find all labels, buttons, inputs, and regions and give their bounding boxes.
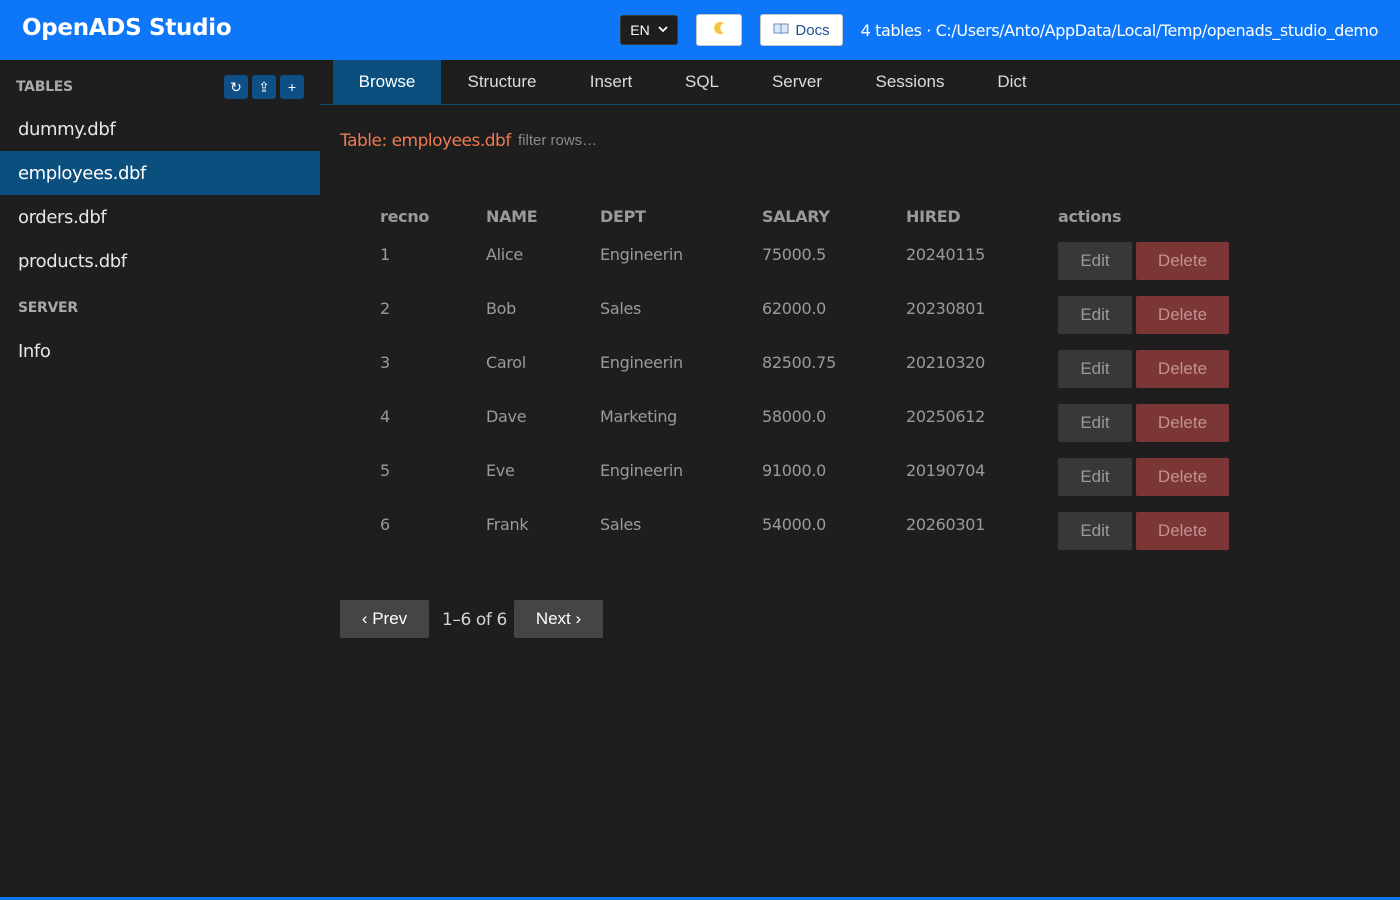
delete-row-button[interactable]: Delete bbox=[1136, 458, 1229, 496]
tab-sessions[interactable]: Sessions bbox=[864, 60, 956, 104]
delete-row-button[interactable]: Delete bbox=[1136, 296, 1229, 334]
tab-browse[interactable]: Browse bbox=[333, 60, 441, 104]
sidebar-item-info[interactable]: Info bbox=[0, 329, 320, 373]
pagination-info: 1–6 of 6 bbox=[442, 610, 507, 630]
column-header-name: NAME bbox=[486, 207, 538, 226]
header-status-text: 4 tables · C:/Users/Anto/AppData/Local/T… bbox=[860, 21, 1379, 40]
delete-row-button[interactable]: Delete bbox=[1136, 404, 1229, 442]
cell-recno: 6 bbox=[380, 515, 390, 534]
edit-row-button[interactable]: Edit bbox=[1058, 458, 1132, 496]
refresh-icon: ↻ bbox=[230, 78, 242, 95]
edit-row-button[interactable]: Edit bbox=[1058, 350, 1132, 388]
edit-row-button[interactable]: Edit bbox=[1058, 512, 1132, 550]
cell-salary: 62000.0 bbox=[762, 299, 827, 318]
delete-row-button[interactable]: Delete bbox=[1136, 512, 1229, 550]
cell-recno: 5 bbox=[380, 461, 390, 480]
cell-salary: 82500.75 bbox=[762, 353, 836, 372]
language-select[interactable]: EN bbox=[620, 15, 678, 45]
column-header-salary: SALARY bbox=[762, 207, 830, 226]
cell-dept: Engineerin bbox=[600, 353, 683, 372]
cell-recno: 2 bbox=[380, 299, 390, 318]
upload-icon: ⇪ bbox=[258, 78, 270, 95]
language-value: EN bbox=[630, 22, 650, 38]
cell-dept: Marketing bbox=[600, 407, 678, 426]
delete-row-button[interactable]: Delete bbox=[1136, 242, 1229, 280]
column-header-actions: actions bbox=[1058, 207, 1122, 226]
tab-sql[interactable]: SQL bbox=[676, 60, 728, 104]
column-header-dept: DEPT bbox=[600, 207, 646, 226]
sidebar-item-label: products.dbf bbox=[18, 250, 127, 272]
tab-server[interactable]: Server bbox=[760, 60, 834, 104]
docs-label: Docs bbox=[795, 21, 830, 39]
cell-dept: Engineerin bbox=[600, 245, 683, 264]
cell-recno: 3 bbox=[380, 353, 390, 372]
cell-hired: 20190704 bbox=[906, 461, 986, 480]
book-icon bbox=[773, 22, 789, 39]
refresh-tables-button[interactable]: ↻ bbox=[224, 75, 248, 99]
cell-name: Frank bbox=[486, 515, 529, 534]
edit-row-button[interactable]: Edit bbox=[1058, 404, 1132, 442]
theme-toggle-button[interactable] bbox=[696, 14, 742, 46]
edit-row-button[interactable]: Edit bbox=[1058, 296, 1132, 334]
docs-button[interactable]: Docs bbox=[760, 14, 843, 46]
cell-name: Eve bbox=[486, 461, 515, 480]
column-header-hired: HIRED bbox=[906, 207, 961, 226]
cell-hired: 20210320 bbox=[906, 353, 986, 372]
table-title: Table: employees.dbf bbox=[340, 131, 511, 151]
delete-row-button[interactable]: Delete bbox=[1136, 350, 1229, 388]
cell-name: Bob bbox=[486, 299, 517, 318]
cell-name: Carol bbox=[486, 353, 526, 372]
cell-dept: Sales bbox=[600, 299, 642, 318]
cell-hired: 20230801 bbox=[906, 299, 986, 318]
edit-row-button[interactable]: Edit bbox=[1058, 242, 1132, 280]
cell-hired: 20250612 bbox=[906, 407, 986, 426]
prev-page-button[interactable]: ‹ Prev bbox=[340, 600, 429, 638]
sidebar-item-employees[interactable]: employees.dbf bbox=[0, 151, 320, 195]
sidebar-item-dummy[interactable]: dummy.dbf bbox=[0, 107, 320, 151]
sidebar-item-products[interactable]: products.dbf bbox=[0, 239, 320, 283]
sidebar-item-orders[interactable]: orders.dbf bbox=[0, 195, 320, 239]
filter-rows-input[interactable] bbox=[510, 126, 710, 154]
app-title: OpenADS Studio bbox=[22, 15, 232, 41]
cell-dept: Sales bbox=[600, 515, 642, 534]
add-icon: + bbox=[287, 79, 297, 95]
cell-hired: 20260301 bbox=[906, 515, 986, 534]
cell-name: Alice bbox=[486, 245, 523, 264]
tab-bar: Browse Structure Insert SQL Server Sessi… bbox=[320, 60, 1400, 105]
sidebar-item-label: employees.dbf bbox=[18, 162, 146, 184]
sidebar-item-label: orders.dbf bbox=[18, 206, 107, 228]
cell-salary: 75000.5 bbox=[762, 245, 827, 264]
upload-table-button[interactable]: ⇪ bbox=[252, 75, 276, 99]
cell-name: Dave bbox=[486, 407, 527, 426]
cell-salary: 58000.0 bbox=[762, 407, 827, 426]
server-section-label: SERVER bbox=[18, 300, 78, 316]
moon-icon bbox=[711, 20, 727, 41]
cell-salary: 91000.0 bbox=[762, 461, 827, 480]
sidebar-item-label: Info bbox=[18, 340, 51, 362]
cell-recno: 1 bbox=[380, 245, 390, 264]
cell-dept: Engineerin bbox=[600, 461, 683, 480]
tables-section-label: TABLES bbox=[16, 79, 73, 95]
next-page-button[interactable]: Next › bbox=[514, 600, 603, 638]
sidebar: TABLES ↻ ⇪ + dummy.dbf employees.dbf ord… bbox=[0, 60, 320, 897]
cell-salary: 54000.0 bbox=[762, 515, 827, 534]
cell-hired: 20240115 bbox=[906, 245, 986, 264]
tab-dict[interactable]: Dict bbox=[986, 60, 1038, 104]
cell-recno: 4 bbox=[380, 407, 390, 426]
add-table-button[interactable]: + bbox=[280, 75, 304, 99]
column-header-recno: recno bbox=[380, 207, 430, 226]
tab-insert[interactable]: Insert bbox=[578, 60, 644, 104]
app-header: OpenADS Studio EN Docs 4 tables · C:/Use… bbox=[0, 0, 1400, 60]
sidebar-item-label: dummy.dbf bbox=[18, 118, 116, 140]
tab-structure[interactable]: Structure bbox=[456, 60, 548, 104]
chevron-down-icon bbox=[658, 24, 668, 36]
